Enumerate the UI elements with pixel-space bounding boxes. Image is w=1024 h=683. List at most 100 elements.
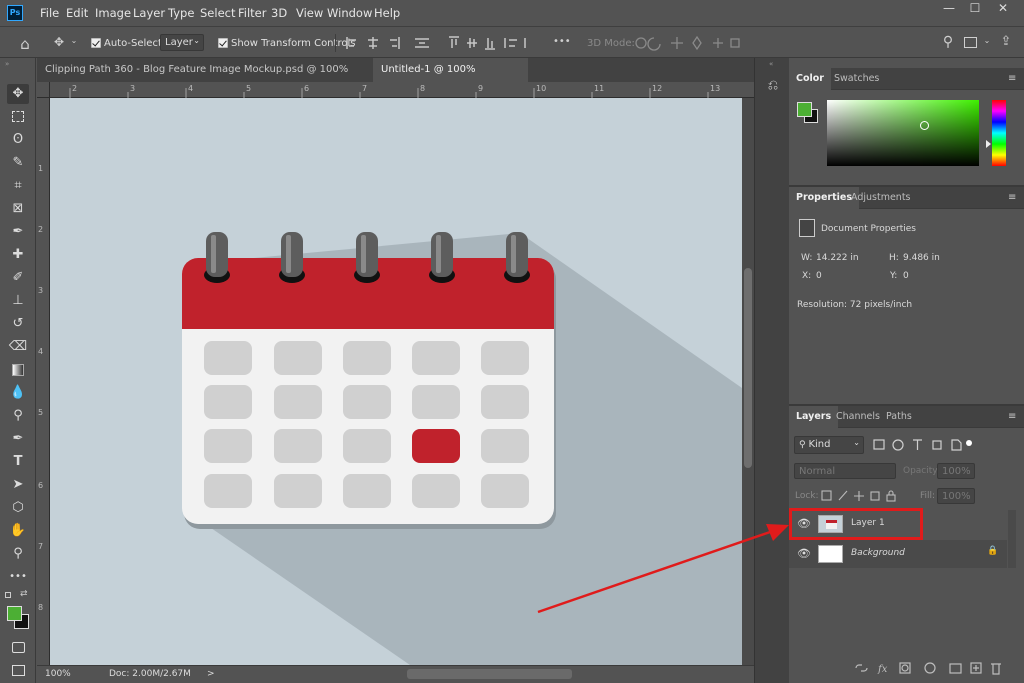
marquee-tool-icon[interactable] (7, 107, 29, 127)
lasso-tool-icon[interactable]: ʘ (7, 130, 29, 150)
show-transform-label: Show Transform Controls (231, 38, 356, 49)
opacity-input[interactable]: 100% (937, 463, 975, 479)
panel-menu-icon[interactable]: ≡ (1008, 412, 1018, 422)
move-tool-icon[interactable]: ✥ (7, 84, 29, 104)
workspace-icon[interactable] (964, 37, 977, 48)
chevron-down-icon[interactable]: ⌄ (983, 36, 991, 45)
quick-select-tool-icon[interactable]: ✎ (7, 153, 29, 173)
chevron-down-icon[interactable]: ⌄ (70, 36, 78, 45)
menu-select[interactable]: Select (200, 6, 235, 20)
crop-tool-icon[interactable]: ⌗ (7, 176, 29, 196)
tab-color[interactable]: Color (789, 68, 831, 90)
panel-menu-icon[interactable]: ≡ (1008, 74, 1018, 84)
minimize-button[interactable]: — (936, 0, 962, 17)
healing-brush-tool-icon[interactable]: ✚ (7, 245, 29, 265)
resolution-text: Resolution: 72 pixels/inch (797, 300, 913, 310)
ruler-origin[interactable] (37, 82, 50, 98)
tab-swatches[interactable]: Swatches (827, 68, 886, 90)
ruler-label: 6 (304, 84, 310, 93)
screen-mode-icon[interactable] (7, 661, 29, 681)
layer-name[interactable]: Background (851, 548, 905, 558)
ruler-label: 5 (38, 408, 44, 417)
move-tool-icon[interactable]: ✥ (52, 35, 66, 49)
shape-tool-icon[interactable]: ⬡ (7, 498, 29, 518)
auto-select-dropdown[interactable]: Layer ⌄ (160, 34, 204, 51)
status-menu-arrow[interactable]: > (207, 669, 215, 679)
zoom-level[interactable]: 100% (45, 669, 71, 679)
layer-row-background[interactable]: 👁 Background 🔒 (789, 540, 1007, 568)
hue-slider[interactable] (992, 100, 1006, 166)
more-options-button[interactable]: ••• (553, 36, 571, 47)
stamp-tool-icon[interactable]: ⊥ (7, 291, 29, 311)
height-value[interactable]: 9.486 in (903, 253, 940, 263)
fg-color-swatch[interactable] (797, 102, 812, 117)
menu-image[interactable]: Image (95, 6, 131, 20)
ruler-label: 12 (652, 84, 663, 93)
width-label: W: (801, 253, 813, 263)
menu-filter[interactable]: Filter (238, 6, 266, 20)
history-panel-icon[interactable]: ⎌ (763, 78, 783, 100)
y-value[interactable]: 0 (903, 271, 909, 281)
home-icon[interactable]: ⌂ (16, 35, 34, 53)
blend-mode-dropdown[interactable]: Normal (794, 463, 896, 479)
type-tool-icon[interactable]: T (7, 452, 29, 472)
menu-view[interactable]: View (296, 6, 323, 20)
frame-tool-icon[interactable]: ⊠ (7, 199, 29, 219)
tab-clipping-path[interactable]: Clipping Path 360 - Blog Feature Image M… (37, 58, 368, 99)
pen-tool-icon[interactable]: ✒ (7, 429, 29, 449)
eraser-tool-icon[interactable]: ⌫ (7, 337, 29, 357)
hue-marker[interactable] (986, 140, 991, 148)
history-brush-tool-icon[interactable]: ↺ (7, 314, 29, 334)
width-value[interactable]: 14.222 in (816, 253, 859, 263)
distribute-icons[interactable] (447, 36, 537, 50)
tab-paths[interactable]: Paths (879, 406, 919, 428)
layer-kind-filter[interactable]: ⚲ Kind ⌄ (794, 436, 864, 454)
scroll-thumb[interactable] (744, 268, 752, 468)
gradient-tool-icon[interactable] (7, 360, 29, 380)
menu-3d[interactable]: 3D (271, 6, 287, 20)
expand-panels-icon[interactable]: « (769, 60, 773, 68)
x-value[interactable]: 0 (816, 271, 822, 281)
color-field[interactable] (827, 100, 979, 166)
highlight-box (789, 508, 923, 540)
menu-edit[interactable]: Edit (66, 6, 88, 20)
maximize-button[interactable]: ☐ (962, 0, 988, 17)
close-window-button[interactable]: ✕ (990, 0, 1016, 17)
quick-mask-icon[interactable] (7, 638, 29, 658)
share-icon[interactable]: ⇪ (998, 34, 1014, 49)
search-icon[interactable]: ⚲ (940, 34, 956, 50)
foreground-color-swatch[interactable] (7, 606, 22, 621)
swap-colors-icon[interactable]: ⇄ (20, 589, 28, 599)
collapse-toolbar-icon[interactable]: » (5, 60, 31, 68)
lock-buttons[interactable] (821, 490, 906, 502)
fill-input[interactable]: 100% (937, 488, 975, 504)
layer-action-icons[interactable]: fx (855, 660, 1005, 676)
ruler-label: 7 (362, 84, 368, 93)
tab-adjustments[interactable]: Adjustments (844, 187, 918, 209)
menu-help[interactable]: Help (374, 6, 400, 20)
path-select-tool-icon[interactable]: ➤ (7, 475, 29, 495)
3d-mode-icons[interactable] (632, 35, 742, 51)
blur-tool-icon[interactable]: 💧 (7, 383, 29, 403)
show-transform-checkbox[interactable] (218, 38, 228, 48)
menu-window[interactable]: Window (327, 6, 372, 20)
layers-scrollbar[interactable] (1008, 510, 1016, 568)
edit-toolbar-icon[interactable]: ••• (7, 567, 29, 587)
auto-select-checkbox[interactable] (91, 38, 101, 48)
brush-tool-icon[interactable]: ✐ (7, 268, 29, 288)
menu-layer[interactable]: Layer (133, 6, 165, 20)
dodge-tool-icon[interactable]: ⚲ (7, 406, 29, 426)
hand-tool-icon[interactable]: ✋ (7, 521, 29, 541)
color-picker-marker[interactable] (920, 121, 929, 130)
filter-icons[interactable] (873, 438, 973, 452)
panel-menu-icon[interactable]: ≡ (1008, 193, 1018, 203)
menu-type[interactable]: Type (168, 6, 194, 20)
menu-file[interactable]: File (40, 6, 59, 20)
tab-untitled-1[interactable]: Untitled-1 @ 100% (RGB/8#) * ✕ (373, 58, 528, 99)
align-icons[interactable] (345, 36, 440, 50)
eyedropper-tool-icon[interactable]: ✒ (7, 222, 29, 242)
zoom-tool-icon[interactable]: ⚲ (7, 544, 29, 564)
horizontal-scroll-thumb[interactable] (407, 669, 572, 679)
lock-icons (821, 490, 906, 502)
default-colors-icon[interactable] (5, 592, 11, 598)
